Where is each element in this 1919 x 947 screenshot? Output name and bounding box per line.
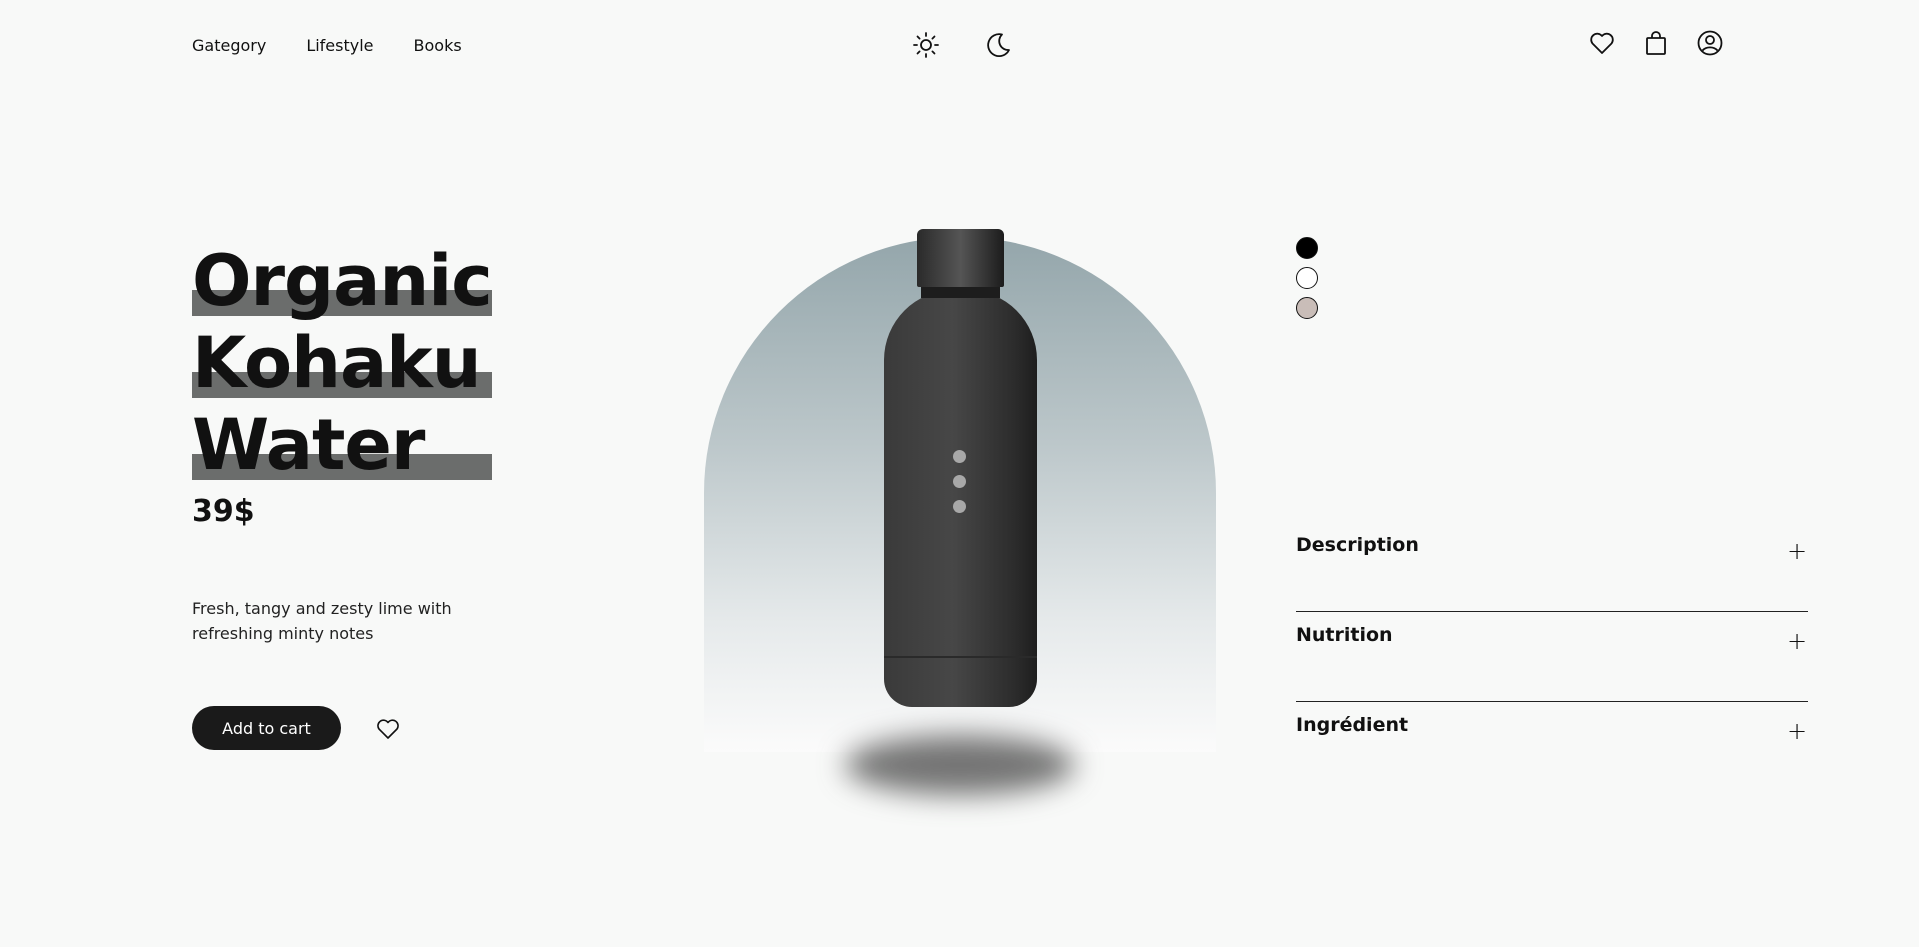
title-line-3: Water (192, 404, 492, 486)
product-title: Organic Kohaku Water (192, 240, 493, 486)
accordion-description[interactable]: Description + (1296, 522, 1808, 612)
plus-icon[interactable]: + (1786, 629, 1808, 653)
title-line-1: Organic (192, 240, 493, 322)
accordion-label: Nutrition (1296, 624, 1393, 646)
accordion-nutrition[interactable]: Nutrition + (1296, 612, 1808, 702)
color-swatches (1296, 237, 1318, 319)
accordion-ingredient[interactable]: Ingrédient + (1296, 702, 1808, 792)
bottle-shadow (845, 735, 1075, 795)
shopping-bag-icon[interactable] (1641, 28, 1671, 58)
image-dot-3[interactable] (953, 500, 966, 513)
plus-icon[interactable]: + (1786, 719, 1808, 743)
main-nav: Gategory Lifestyle Books (192, 36, 462, 55)
nav-item-books[interactable]: Books (414, 36, 462, 55)
accordion-label: Description (1296, 534, 1419, 556)
plus-icon[interactable]: + (1786, 539, 1808, 563)
swatch-black[interactable] (1296, 237, 1318, 259)
image-dot-1[interactable] (953, 450, 966, 463)
product-price: 39$ (192, 494, 255, 529)
header-actions (1587, 28, 1725, 58)
title-line-2: Kohaku (192, 322, 492, 404)
heart-icon[interactable] (1587, 28, 1617, 58)
accordion-label: Ingrédient (1296, 714, 1409, 736)
swatch-white[interactable] (1296, 267, 1318, 289)
wishlist-heart-icon[interactable] (373, 714, 403, 744)
image-dot-2[interactable] (953, 475, 966, 488)
bottle-band (884, 656, 1037, 658)
moon-icon[interactable] (983, 30, 1013, 60)
add-to-cart-button[interactable]: Add to cart (192, 706, 341, 750)
nav-item-lifestyle[interactable]: Lifestyle (306, 36, 373, 55)
product-accordion: Description + Nutrition + Ingrédient + (1296, 522, 1808, 792)
swatch-beige[interactable] (1296, 297, 1318, 319)
product-description: Fresh, tangy and zesty lime with refresh… (192, 599, 452, 643)
theme-toggles (911, 30, 1013, 60)
bottle-cap (917, 229, 1004, 287)
sun-icon[interactable] (911, 30, 941, 60)
user-account-icon[interactable] (1695, 28, 1725, 58)
image-pagination (953, 450, 966, 513)
nav-item-category[interactable]: Gategory (192, 36, 266, 55)
